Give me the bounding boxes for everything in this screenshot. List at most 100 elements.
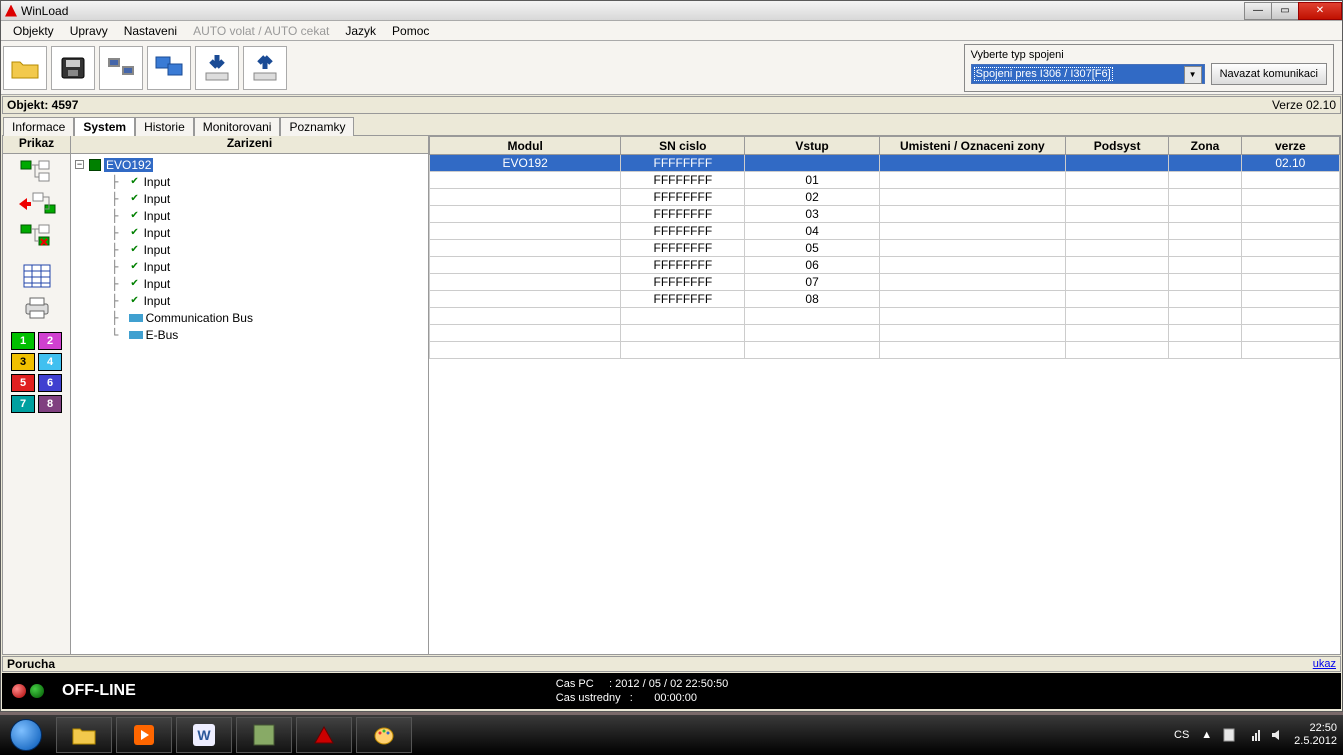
- tray-network-icon[interactable]: [1246, 728, 1260, 742]
- task-explorer[interactable]: [56, 717, 112, 753]
- monitors-button[interactable]: [147, 46, 191, 90]
- area-5[interactable]: 5: [11, 374, 35, 392]
- workspace: Prikaz 12345678 Zarizeni −EVO192 ├ Input…: [2, 135, 1341, 655]
- tree-node[interactable]: ├ Input: [75, 258, 424, 275]
- tree[interactable]: −EVO192 ├ Input ├ Input ├ Input ├ Input …: [71, 154, 428, 345]
- start-button[interactable]: [0, 716, 52, 754]
- cmd-icon-grid[interactable]: [17, 262, 57, 290]
- table-row[interactable]: EVO192FFFFFFFF02.10: [430, 155, 1340, 172]
- tree-node[interactable]: −EVO192: [75, 156, 424, 173]
- area-8[interactable]: 8: [38, 395, 62, 413]
- menu-nastaveni[interactable]: Nastaveni: [116, 22, 185, 40]
- area-1[interactable]: 1: [11, 332, 35, 350]
- col-header[interactable]: verze: [1241, 137, 1339, 155]
- table-row[interactable]: [430, 325, 1340, 342]
- table-row[interactable]: FFFFFFFF08: [430, 291, 1340, 308]
- devices-button[interactable]: [99, 46, 143, 90]
- minimize-button[interactable]: —: [1244, 2, 1272, 20]
- tree-node[interactable]: ├ Input: [75, 173, 424, 190]
- col-header[interactable]: Vstup: [745, 137, 879, 155]
- table-row[interactable]: [430, 342, 1340, 359]
- status-times: Cas PC : 2012 / 05 / 02 22:50:50 Cas ust…: [556, 677, 728, 705]
- area-6[interactable]: 6: [38, 374, 62, 392]
- tree-node[interactable]: ├ Input: [75, 241, 424, 258]
- input-icon: [129, 278, 141, 290]
- fault-link[interactable]: ukaz: [1313, 658, 1336, 670]
- arrow-down-icon: [202, 53, 232, 83]
- tab-system[interactable]: System: [74, 117, 135, 136]
- expander-icon[interactable]: −: [75, 160, 84, 169]
- tree-node[interactable]: └ E-Bus: [75, 326, 424, 343]
- folder-icon: [71, 724, 97, 746]
- connect-button[interactable]: Navazat komunikaci: [1211, 63, 1327, 85]
- table-row[interactable]: [430, 308, 1340, 325]
- menu-upravy[interactable]: Upravy: [62, 22, 116, 40]
- table-row[interactable]: FFFFFFFF01: [430, 172, 1340, 189]
- tree-node[interactable]: ├ Input: [75, 275, 424, 292]
- tree-node[interactable]: ├ Input: [75, 207, 424, 224]
- area-4[interactable]: 4: [38, 353, 62, 371]
- system-tray[interactable]: CS ▲ 22:50 2.5.2012: [1172, 722, 1343, 748]
- table-row[interactable]: FFFFFFFF04: [430, 223, 1340, 240]
- cmd-icon-1[interactable]: [17, 158, 57, 186]
- table-row[interactable]: FFFFFFFF06: [430, 257, 1340, 274]
- area-7[interactable]: 7: [11, 395, 35, 413]
- module-grid[interactable]: ModulSN cisloVstupUmisteni / Oznaceni zo…: [429, 136, 1340, 359]
- input-icon: [129, 244, 141, 256]
- menu-objekty[interactable]: Objekty: [5, 22, 62, 40]
- tree-header: Zarizeni: [71, 136, 428, 154]
- titlebar[interactable]: WinLoad — ▭ ✕: [1, 1, 1342, 21]
- table-row[interactable]: FFFFFFFF02: [430, 189, 1340, 206]
- tree-node[interactable]: ├ Input: [75, 224, 424, 241]
- upload-button[interactable]: [243, 46, 287, 90]
- play-icon: [133, 724, 155, 746]
- col-header[interactable]: Modul: [430, 137, 621, 155]
- tab-monitorovani[interactable]: Monitorovani: [194, 117, 281, 136]
- toolbar: Vyberte typ spojeni Spojeni pres I306 / …: [1, 41, 1342, 95]
- tab-historie[interactable]: Historie: [135, 117, 194, 136]
- table-row[interactable]: FFFFFFFF07: [430, 274, 1340, 291]
- task-word[interactable]: W: [176, 717, 232, 753]
- table-row[interactable]: FFFFFFFF05: [430, 240, 1340, 257]
- windows-orb-icon: [10, 719, 42, 751]
- tree-node[interactable]: ├ Communication Bus: [75, 309, 424, 326]
- object-label: Objekt: 4597: [7, 98, 78, 112]
- bus-icon: [129, 331, 143, 339]
- tray-action-center-icon[interactable]: [1222, 728, 1236, 742]
- task-app1[interactable]: [236, 717, 292, 753]
- tree-node[interactable]: ├ Input: [75, 292, 424, 309]
- col-header[interactable]: Podsyst: [1065, 137, 1168, 155]
- cmd-icon-3[interactable]: [17, 222, 57, 250]
- panel-icon: [89, 159, 101, 171]
- connection-select[interactable]: Spojeni pres I306 / I307[F6]: [971, 64, 1205, 84]
- open-folder-button[interactable]: [3, 46, 47, 90]
- tray-volume-icon[interactable]: [1270, 728, 1284, 742]
- col-header[interactable]: SN cislo: [621, 137, 745, 155]
- tree-node[interactable]: ├ Input: [75, 190, 424, 207]
- menu-jazyk[interactable]: Jazyk: [337, 22, 384, 40]
- col-header[interactable]: Umisteni / Oznaceni zony: [879, 137, 1065, 155]
- area-3[interactable]: 3: [11, 353, 35, 371]
- maximize-button[interactable]: ▭: [1271, 2, 1299, 20]
- save-disk-button[interactable]: [51, 46, 95, 90]
- area-2[interactable]: 2: [38, 332, 62, 350]
- input-icon: [129, 261, 141, 273]
- task-winload[interactable]: [296, 717, 352, 753]
- task-media[interactable]: [116, 717, 172, 753]
- cmd-icon-2[interactable]: [17, 190, 57, 218]
- tree-label: Input: [144, 175, 171, 189]
- col-header[interactable]: Zona: [1169, 137, 1241, 155]
- taskbar[interactable]: W CS ▲ 22:50 2.5.2012: [0, 715, 1343, 755]
- task-paint[interactable]: [356, 717, 412, 753]
- close-button[interactable]: ✕: [1298, 2, 1342, 20]
- tab-informace[interactable]: Informace: [3, 117, 74, 136]
- cmd-icon-print[interactable]: [17, 294, 57, 322]
- tree-label: Input: [144, 209, 171, 223]
- download-button[interactable]: [195, 46, 239, 90]
- menu-pomoc[interactable]: Pomoc: [384, 22, 437, 40]
- tray-language[interactable]: CS: [1172, 725, 1191, 745]
- tab-poznamky[interactable]: Poznamky: [280, 117, 354, 136]
- tray-clock[interactable]: 22:50 2.5.2012: [1294, 722, 1337, 748]
- table-row[interactable]: FFFFFFFF03: [430, 206, 1340, 223]
- tray-up-icon[interactable]: ▲: [1201, 729, 1212, 741]
